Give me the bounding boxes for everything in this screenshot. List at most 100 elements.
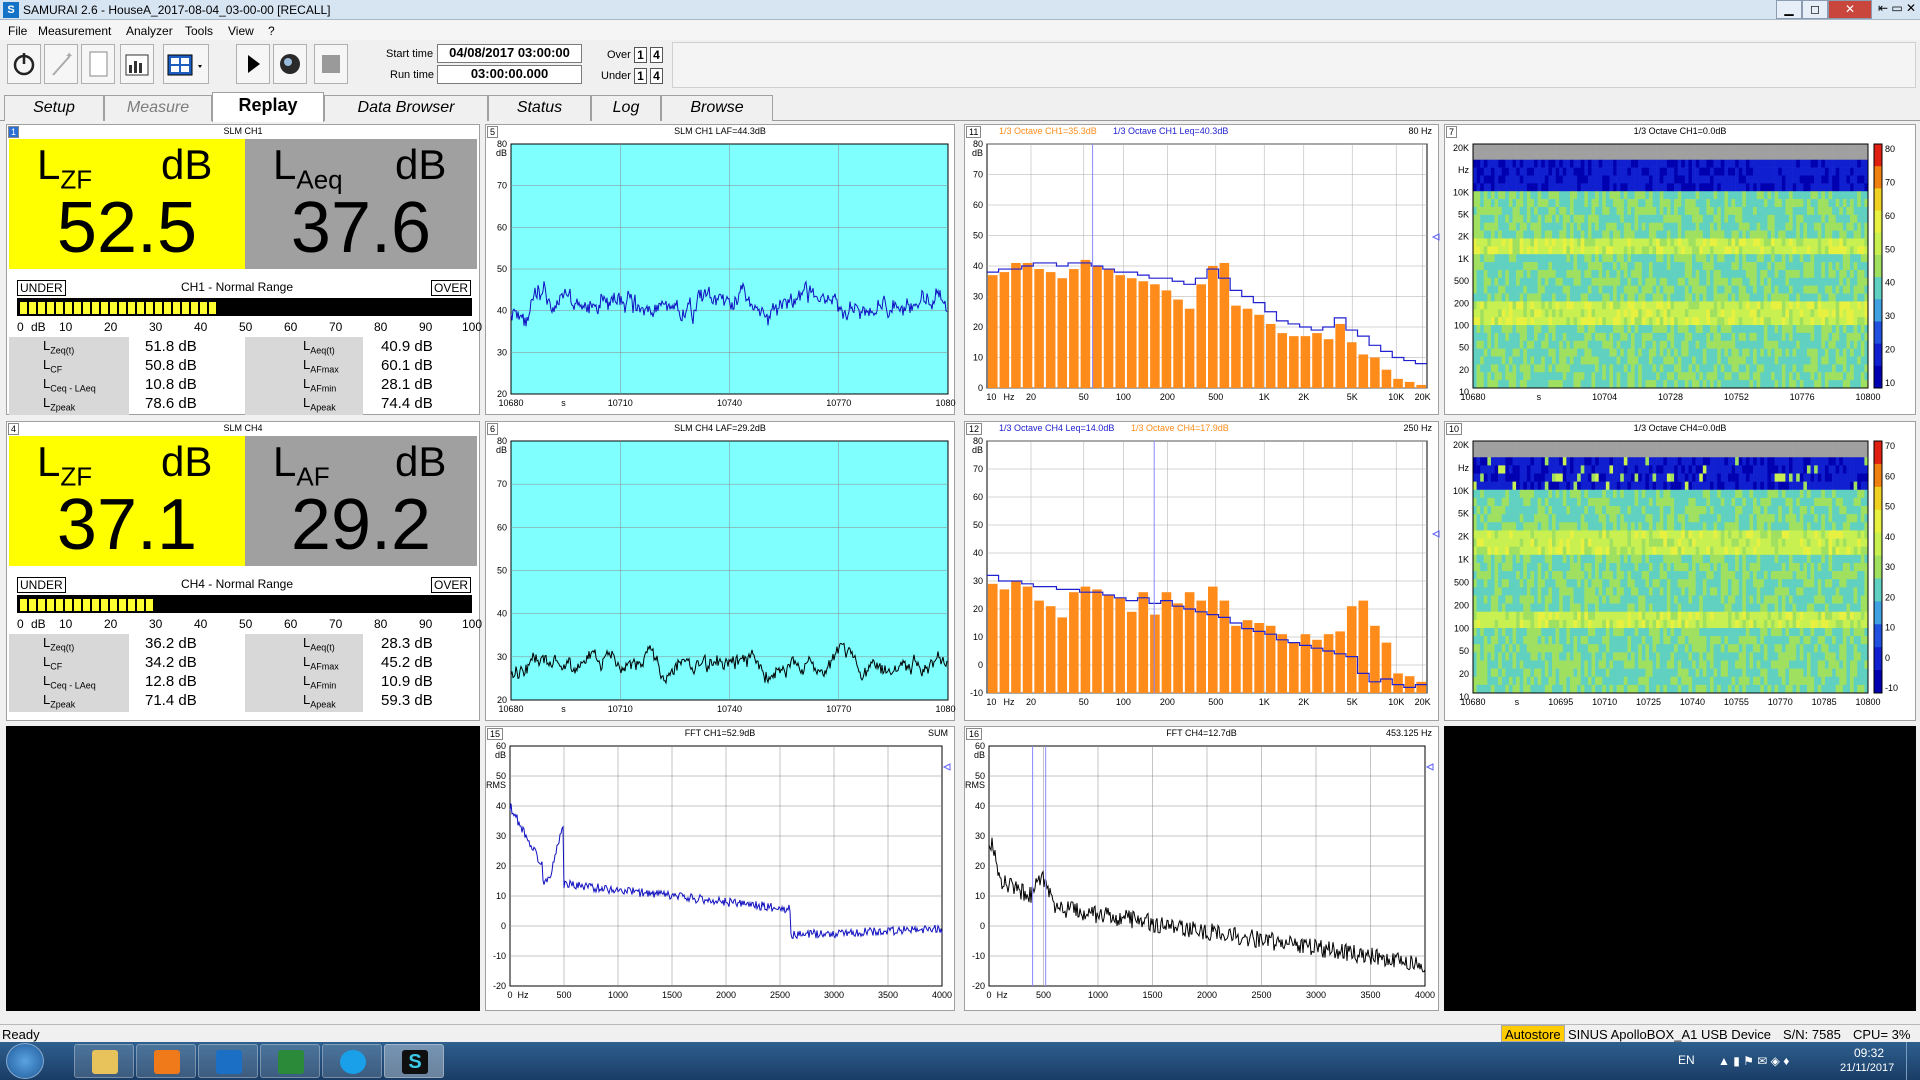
spectrogram-cell: [1541, 506, 1546, 515]
spectrogram-cell: [1508, 514, 1513, 523]
tab-browse[interactable]: Browse: [661, 95, 773, 121]
spectrogram-cell: [1595, 473, 1599, 482]
spectrogram-cell: [1727, 301, 1732, 310]
spectrogram-cell: [1498, 380, 1503, 389]
spectrogram-cell: [1652, 325, 1657, 334]
spectrogram-cell: [1767, 277, 1772, 286]
spectrogram-cell: [1645, 246, 1650, 255]
spectrogram-cell: [1699, 159, 1704, 168]
spectrogram-cell: [1508, 473, 1513, 482]
spectrogram-cell: [1695, 206, 1700, 216]
spectrogram-cell: [1602, 246, 1607, 255]
spectrogram-cell: [1577, 372, 1582, 381]
spectrogram-cell: [1577, 514, 1582, 523]
spectrogram-cell: [1828, 332, 1833, 342]
spectrogram-cell: [1623, 238, 1628, 247]
menu-analyzer[interactable]: Analyzer: [126, 24, 173, 38]
menu-view[interactable]: View: [228, 24, 254, 38]
spectrogram-cell: [1631, 348, 1635, 357]
menu-help[interactable]: ?: [268, 24, 275, 38]
close-small-icon[interactable]: ✕: [1904, 0, 1918, 19]
octave-bar: [1045, 272, 1056, 388]
play-button[interactable]: [236, 44, 270, 84]
slm-panel-1[interactable]: 4 SLM CH4 LZF dB 37.1 LAF dB 29.2 UNDER …: [6, 421, 482, 721]
spectrogram-cell: [1480, 191, 1485, 200]
spectrogram-cell: [1824, 301, 1829, 310]
spectrogram-cell: [1720, 473, 1725, 482]
spectrogram-cell: [1803, 246, 1808, 255]
tab-setup[interactable]: Setup: [4, 95, 104, 121]
tab-status[interactable]: Status: [488, 95, 591, 121]
tab-measure[interactable]: Measure: [104, 95, 212, 121]
spectrogram-cell: [1480, 514, 1485, 523]
spectrogram-cell: [1735, 175, 1740, 184]
spectrogram-cell: [1810, 285, 1815, 294]
report-button[interactable]: [120, 44, 154, 84]
tab-replay[interactable]: Replay: [212, 92, 324, 122]
spectrogram-cell: [1771, 159, 1775, 168]
spectrogram-cell: [1735, 457, 1740, 466]
new-document-button[interactable]: [81, 44, 115, 84]
spectrogram-cell: [1512, 522, 1517, 531]
spectrogram-cell: [1634, 183, 1639, 192]
spectrogram-cell: [1814, 364, 1819, 373]
spectrogram-cell: [1810, 356, 1815, 365]
spectrogram-cell: [1577, 449, 1582, 458]
panel-octave-ch4[interactable]: 12 1/3 Octave CH4 Leq=14.0dB 1/3 Octave …: [964, 421, 1440, 721]
spectrogram-cell: [1781, 473, 1786, 482]
spectrogram-cell: [1534, 214, 1538, 224]
spectrogram-cell: [1616, 465, 1621, 474]
panel-spectrogram-ch1[interactable]: 7 1/3 Octave CH1=0.0dB 20K Hz 10K 5K 2K 1K 500…: [1444, 124, 1916, 415]
spectrogram-cell: [1656, 222, 1661, 231]
layout-button[interactable]: [163, 44, 209, 84]
restore-icon[interactable]: ⇤: [1876, 0, 1890, 19]
spectrogram-cell: [1850, 506, 1854, 515]
menu-measurement[interactable]: Measurement: [38, 24, 111, 38]
remote-button[interactable]: [273, 44, 307, 84]
spectrogram-cell: [1663, 457, 1668, 466]
slm-panel-0[interactable]: 1 SLM CH1 LZF dB 52.5 LAeq dB 37.6 UNDER…: [6, 124, 482, 415]
spectrogram-cell: [1537, 151, 1542, 161]
wand-button[interactable]: ✦: [44, 44, 78, 84]
spectrogram-cell: [1541, 254, 1546, 263]
spectrogram-cell: [1476, 167, 1481, 176]
spectrogram-cell: [1494, 230, 1499, 239]
menu-tools[interactable]: Tools: [185, 24, 213, 38]
spectrogram-cell: [1727, 285, 1732, 294]
spectrogram-cell: [1857, 514, 1862, 523]
spectrogram-cell: [1548, 293, 1553, 302]
tab-log[interactable]: Log: [591, 95, 661, 121]
spectrogram-cell: [1541, 317, 1546, 326]
spectrogram-cell: [1641, 380, 1646, 389]
spectrogram-cell: [1562, 151, 1567, 161]
tab-data-browser[interactable]: Data Browser: [324, 95, 488, 121]
spectrogram-cell: [1483, 277, 1488, 286]
minimize-button[interactable]: ▁: [1776, 0, 1802, 19]
restore2-icon[interactable]: ▭: [1890, 0, 1904, 19]
spectrogram-cell: [1753, 348, 1757, 357]
stat-sub: Apeak: [310, 402, 336, 413]
maximize-button[interactable]: ◻: [1802, 0, 1828, 19]
spectrogram-cell: [1627, 506, 1632, 515]
power-button[interactable]: [7, 44, 41, 84]
colorbar-segment: [1874, 144, 1882, 167]
close-button[interactable]: ✕: [1828, 0, 1872, 19]
spectrogram-cell: [1710, 449, 1714, 458]
stop-button[interactable]: [314, 44, 348, 84]
panel-slm-ch1-laf[interactable]: 5 SLM CH1 LAF=44.3dB 80 70 60 50 40 30 20 dB 106…: [485, 124, 956, 415]
spectrogram-cell: [1656, 364, 1661, 373]
spectrogram-cell: [1584, 230, 1589, 239]
spectrogram-cell: [1832, 317, 1836, 326]
spectrogram-cell: [1641, 325, 1646, 334]
spectrogram-cell: [1738, 159, 1743, 168]
panel-octave-ch1[interactable]: 11 1/3 Octave CH1=35.3dB 1/3 Octave CH1 …: [964, 124, 1440, 415]
spectrogram-cell: [1789, 465, 1793, 474]
panel-spectrogram-ch4[interactable]: 10 1/3 Octave CH4=0.0dB 20K Hz 10K 5K 2K 1K 50…: [1444, 421, 1916, 721]
spectrogram-cell: [1756, 332, 1761, 342]
menu-file[interactable]: File: [8, 24, 27, 38]
spectrogram-cell: [1796, 309, 1801, 318]
spectrogram-cell: [1519, 441, 1524, 450]
panel-slm-ch4-laf[interactable]: 6 SLM CH4 LAF=29.2dB 80 70 60 50 40 30 20 dB 106…: [485, 421, 956, 721]
spectrogram-cell: [1731, 340, 1736, 349]
spectrogram-cell: [1534, 222, 1538, 231]
